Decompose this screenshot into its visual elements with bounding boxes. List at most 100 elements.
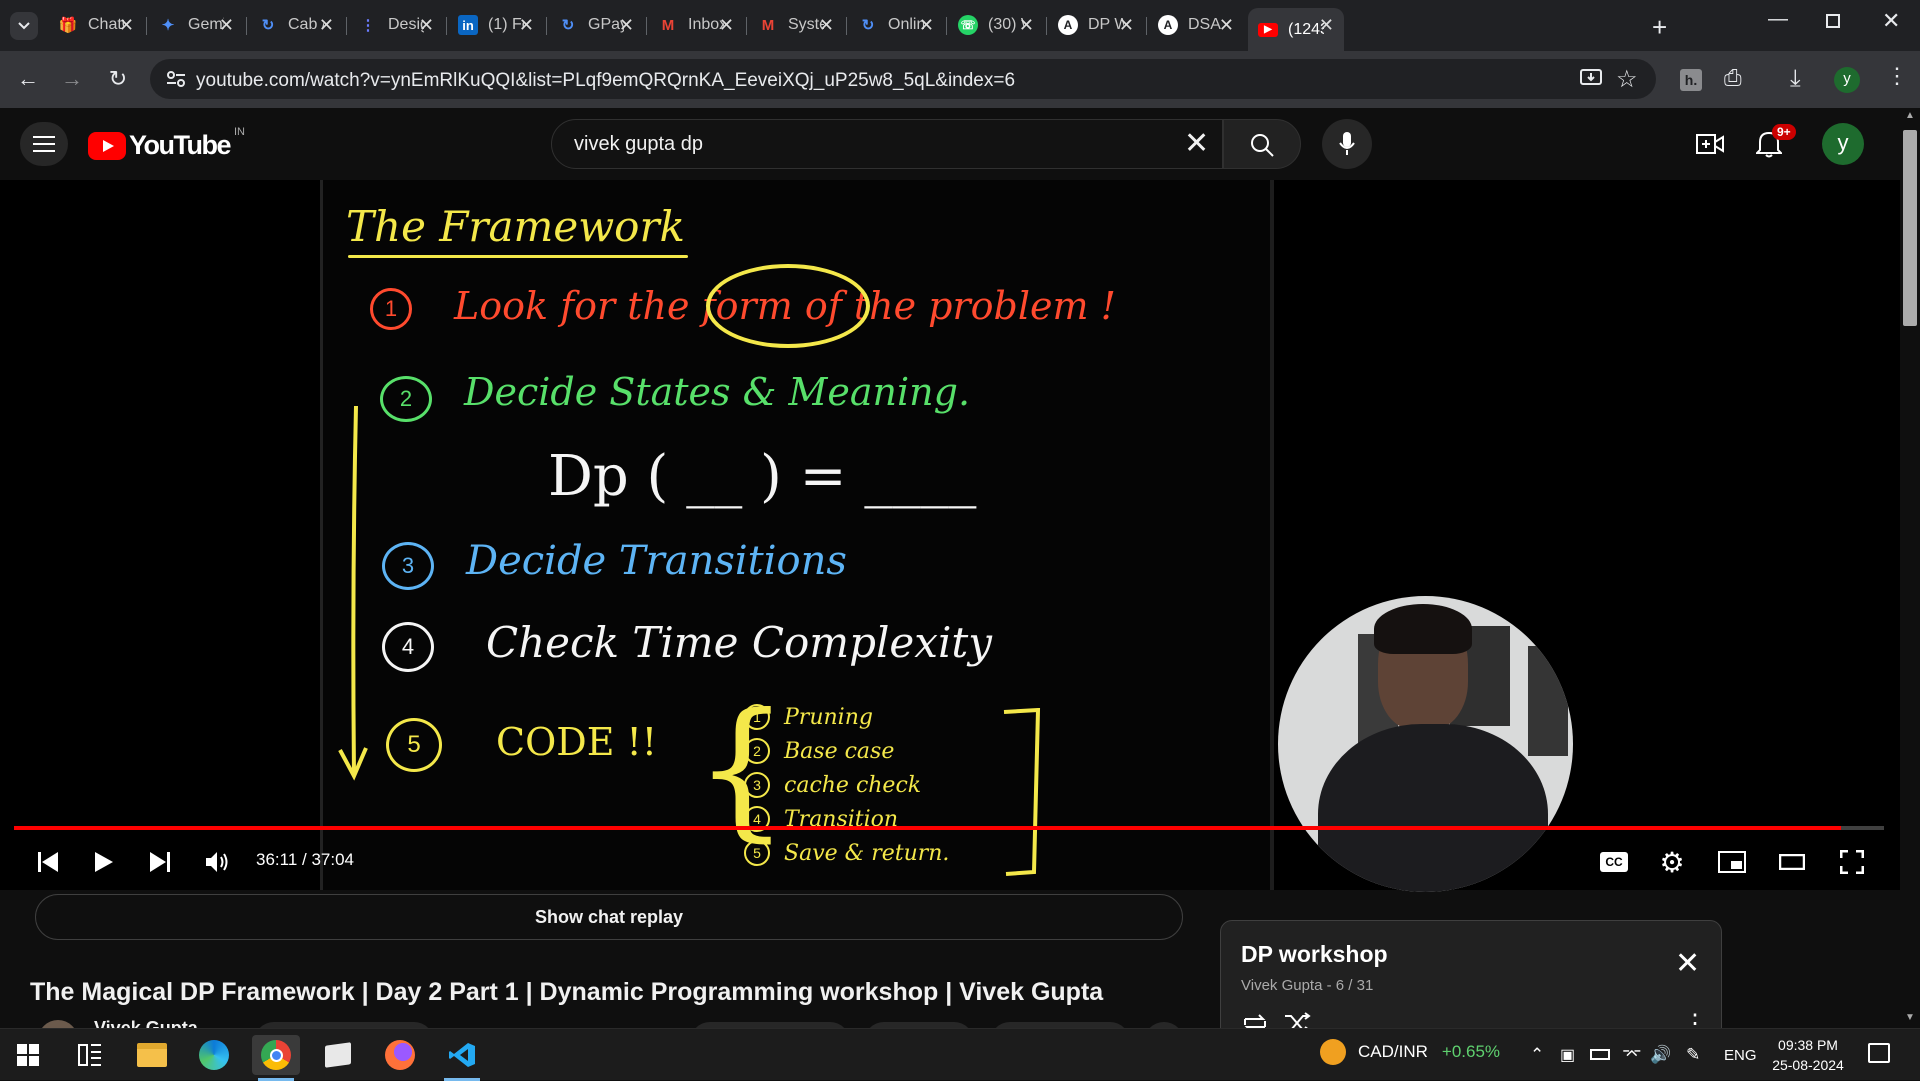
tab-separator [346,17,347,35]
close-tab-icon[interactable]: ✕ [719,15,734,36]
play-button[interactable] [84,842,124,882]
scroll-down-arrow[interactable]: ▼ [1905,1012,1915,1023]
browser-tab[interactable]: MSystem✕ [748,8,844,42]
tab-search-button[interactable] [10,12,38,40]
youtube-logo[interactable]: YouTube IN [88,126,245,161]
guide-menu-button[interactable] [20,122,68,166]
code-step-number: 1 [744,704,770,730]
volume-icon [206,852,228,872]
browser-tab[interactable]: ☏(30) WhatsApp✕ [948,8,1044,42]
task-view-button[interactable] [66,1035,114,1075]
downloads-icon[interactable]: ⤓ [1790,65,1801,93]
channel-name[interactable]: Vivek Gupta [94,1018,198,1028]
chrome-button[interactable] [252,1035,300,1081]
ticker-widget[interactable]: CAD/INR +0.65% [1320,1039,1500,1065]
reload-button[interactable]: ↻ [104,65,132,93]
browser-tab[interactable]: A DP W ✕ [1048,8,1144,42]
vscode-button[interactable] [438,1035,486,1081]
mute-button[interactable] [198,842,238,882]
restore-button[interactable] [1826,14,1840,28]
close-window-button[interactable]: ✕ [1882,8,1900,34]
address-bar[interactable]: youtube.com/watch?v=ynEmRlKuQQI&list=PLq… [150,59,1656,99]
browser-tab[interactable]: ↻GPay✕ [548,8,644,42]
search-query[interactable]: vivek gupta dp [574,133,703,156]
start-button[interactable] [4,1035,52,1075]
browser-tab[interactable]: in(1) Feed✕ [448,8,544,42]
next-button[interactable] [140,842,180,882]
close-tab-icon[interactable]: ✕ [1019,15,1034,36]
channel-avatar[interactable] [38,1020,78,1028]
voice-search-button[interactable] [1322,119,1372,169]
notifications-button[interactable]: 9+ [1754,124,1796,160]
browser-tab[interactable]: M Inbox ✕ [648,8,744,42]
clock[interactable]: 09:38 PM 25-08-2024 [1766,1035,1850,1075]
settings-button[interactable]: ⚙ [1652,842,1692,882]
close-tab-icon[interactable]: ✕ [1219,15,1234,36]
theater-mode-button[interactable] [1772,842,1812,882]
browser-tab[interactable]: A DSA ✕ [1148,8,1244,42]
close-tab-icon[interactable]: ✕ [219,15,234,36]
install-app-icon[interactable] [1580,69,1602,89]
task-view-icon [78,1044,101,1066]
scroll-up-arrow[interactable]: ▲ [1905,110,1915,121]
close-tab-icon[interactable]: ✕ [1319,15,1334,36]
previous-button[interactable] [28,842,68,882]
video-player[interactable]: The Framework 1 Look for the form of the… [0,180,1900,892]
close-playlist-icon[interactable]: ✕ [1675,949,1700,979]
wifi-icon[interactable]: ⌤ [1622,1045,1642,1065]
close-tab-icon[interactable]: ✕ [119,15,134,36]
search-button[interactable] [1223,119,1301,169]
new-tab-button[interactable]: + [1652,12,1667,43]
extensions-puzzle-icon[interactable]: ⎙ [1724,65,1742,91]
browser-tab[interactable]: ↻Online✕ [848,8,944,42]
back-button[interactable]: ← [14,65,42,93]
close-tab-icon[interactable]: ✕ [619,15,634,36]
board-left-edge [320,180,323,890]
page-scrollbar[interactable]: ▲ ▼ [1900,108,1920,1028]
tab-separator [546,17,547,35]
battery-icon[interactable] [1590,1049,1610,1060]
miniplayer-button[interactable] [1712,842,1752,882]
edge-button[interactable] [190,1035,238,1075]
show-hidden-icons[interactable]: ⌃ [1530,1045,1544,1065]
close-tab-icon[interactable]: ✕ [819,15,834,36]
fullscreen-button[interactable] [1832,842,1872,882]
bookmark-star-icon[interactable]: ☆ [1616,65,1638,94]
captions-button[interactable]: CC [1594,842,1634,882]
site-settings-icon[interactable] [166,70,186,88]
scrollbar-thumb[interactable] [1903,130,1917,326]
profile-avatar[interactable]: y [1834,67,1860,93]
url-text[interactable]: youtube.com/watch?v=ynEmRlKuQQI&list=PLq… [196,70,1015,92]
browser-tab[interactable]: ✦Gemini✕ [148,8,244,42]
language-indicator[interactable]: ENG [1724,1047,1757,1064]
forward-button[interactable]: → [58,65,86,93]
minimize-button[interactable]: — [1768,8,1788,31]
browser-tab[interactable]: 🎁ChatGPT✕ [48,8,144,42]
notes-app-button[interactable] [314,1035,362,1075]
create-video-icon[interactable] [1696,132,1724,156]
account-avatar[interactable]: y [1822,123,1864,165]
meet-now-icon[interactable]: ▣ [1560,1045,1575,1065]
notification-center-icon[interactable] [1868,1043,1890,1063]
browser-tab[interactable]: ↻Cab / Booking✕ [248,8,344,42]
playlist-title[interactable]: DP workshop [1241,941,1388,968]
clear-search-icon[interactable]: ✕ [1184,126,1209,161]
search-input[interactable]: vivek gupta dp ✕ [551,119,1223,169]
firefox-button[interactable] [376,1035,424,1075]
speaker-icon[interactable]: 🔊 [1650,1045,1671,1065]
close-tab-icon[interactable]: ✕ [919,15,934,36]
close-tab-icon[interactable]: ✕ [519,15,534,36]
close-tab-icon[interactable]: ✕ [319,15,334,36]
browser-tab[interactable]: ⋮Design✕ [348,8,444,42]
chrome-menu-icon[interactable]: ⋮ [1886,63,1908,89]
extension-h-icon[interactable]: h. [1680,69,1702,91]
playlist-meta[interactable]: Vivek Gupta - 6 / 31 [1241,977,1373,994]
pen-icon[interactable]: ✎ [1686,1045,1700,1065]
browser-tab[interactable]: ▶(1243✕ [1248,8,1344,51]
progress-bar[interactable] [14,826,1884,830]
show-chat-replay-button[interactable]: Show chat replay [35,894,1183,940]
close-tab-icon[interactable]: ✕ [419,15,434,36]
cc-icon: CC [1600,852,1628,872]
file-explorer-button[interactable] [128,1035,176,1075]
close-tab-icon[interactable]: ✕ [1119,15,1134,36]
